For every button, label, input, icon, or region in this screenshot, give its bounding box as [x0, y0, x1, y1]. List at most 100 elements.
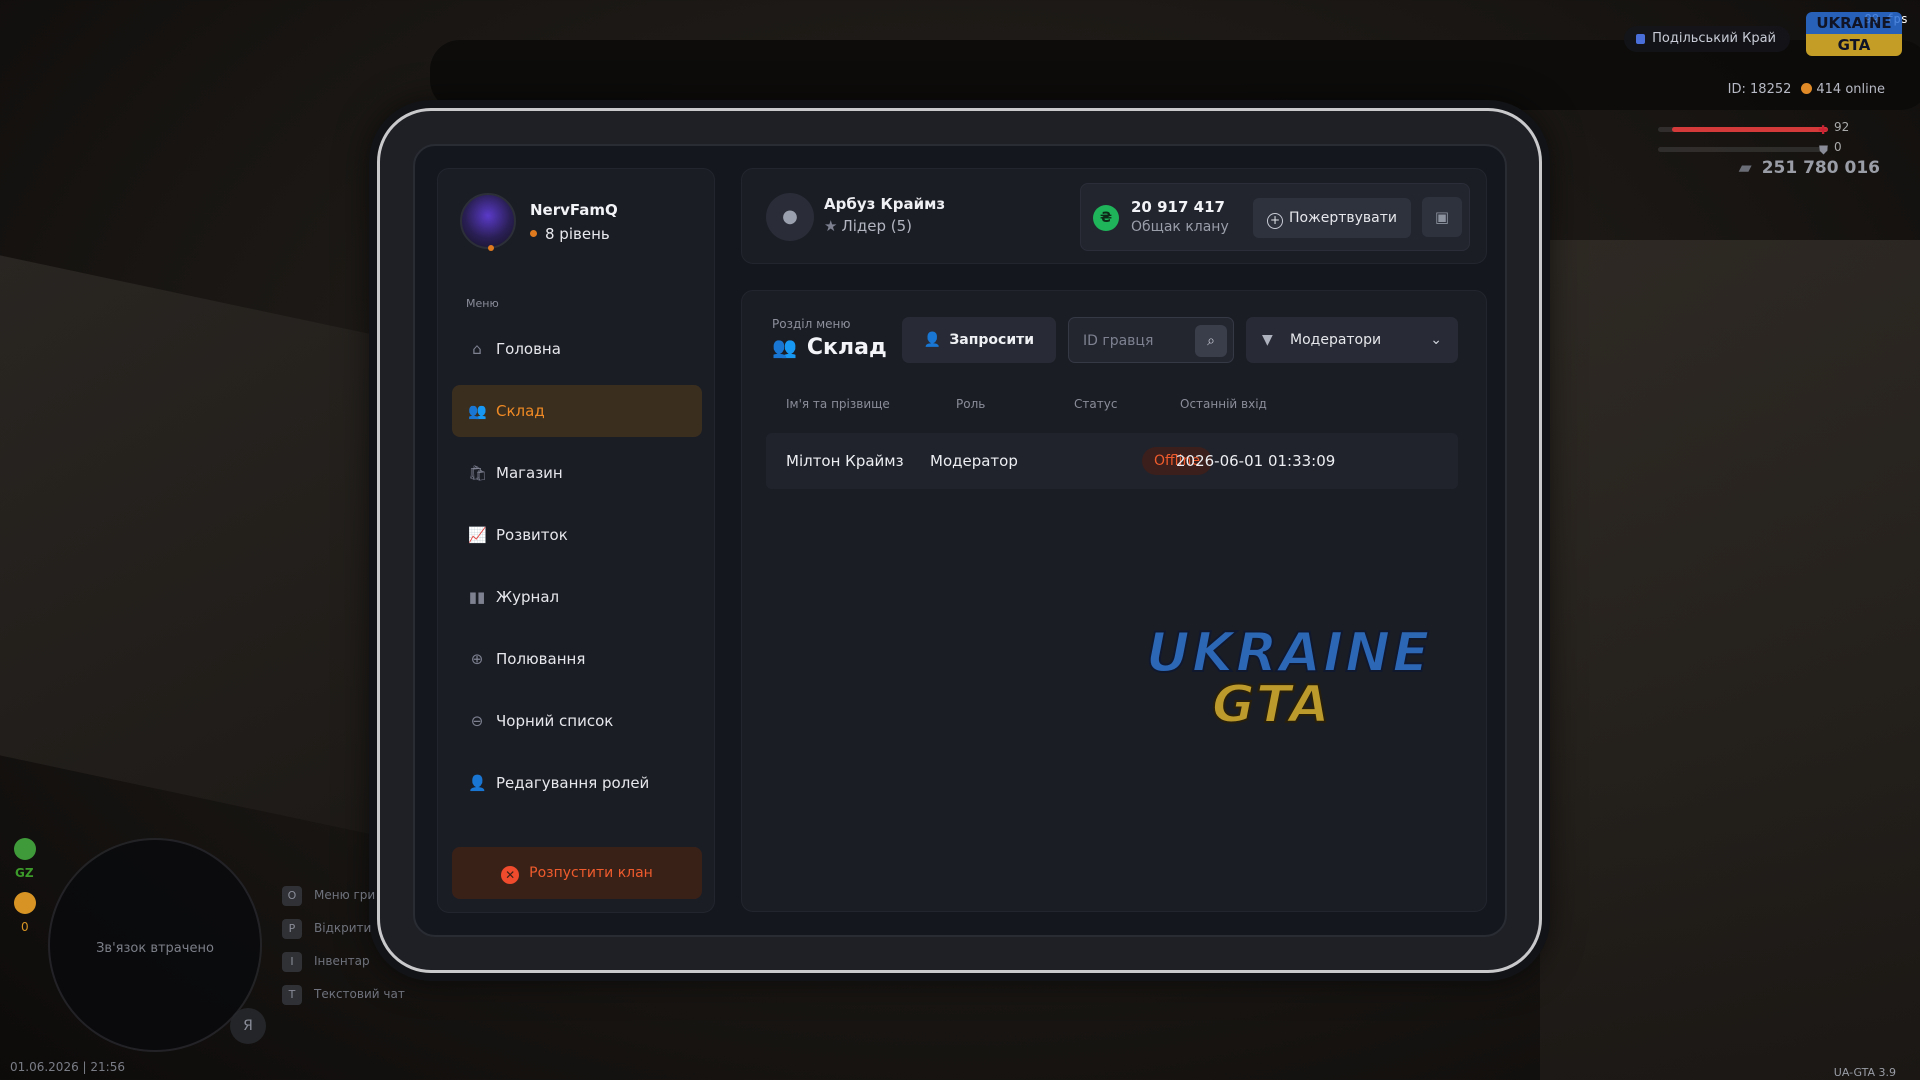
- cash-icon: ▰: [1738, 158, 1752, 178]
- disband-clan-button[interactable]: ✕ Розпустити клан: [452, 847, 702, 899]
- book-icon: ▮▮: [468, 588, 486, 606]
- sidebar-item-label: Склад: [496, 402, 545, 420]
- shield-icon: [1636, 34, 1646, 44]
- leader-role-text: Лідер (5): [841, 217, 913, 235]
- gz-status-icon: [14, 838, 36, 860]
- level-dot-icon: [530, 230, 537, 237]
- background-floor-panel: [0, 255, 420, 845]
- status-bars: ✚ 92 ⛊ 0: [1658, 120, 1862, 160]
- player-id: ID: 18252: [1727, 82, 1792, 97]
- minimap: Зв'язок втрачено Я: [48, 838, 266, 1052]
- profile-name: NervFamQ: [530, 201, 618, 219]
- sidebar-item-label: Головна: [496, 340, 561, 358]
- armor-value: 0: [1834, 140, 1842, 154]
- member-last-login: 2026-06-01 01:33:09: [1176, 452, 1336, 470]
- sidebar-item-development[interactable]: 📈 Розвиток: [452, 509, 702, 561]
- role-filter-dropdown[interactable]: ▼ Модератори ⌄: [1246, 317, 1458, 363]
- star-icon: ★: [824, 217, 838, 235]
- table-header: Ім'я та прізвище Роль Статус Останній вх…: [766, 389, 1458, 423]
- sidebar-item-label: Розвиток: [496, 526, 568, 544]
- people-icon: 👥: [468, 402, 487, 420]
- sidebar-item-blacklist[interactable]: ⊖ Чорний список: [452, 695, 702, 747]
- player-id-line: ID: 18252 414 online: [1728, 82, 1885, 97]
- member-name: Мілтон Краймз: [786, 452, 904, 470]
- sidebar-item-hunting[interactable]: ⊕ Полювання: [452, 633, 702, 685]
- sidebar-item-label: Магазин: [496, 464, 563, 482]
- user-edit-icon: 👤: [468, 774, 487, 792]
- clan-fund-box: ₴ 20 917 417 Общак клану + Пожертвувати: [1080, 183, 1470, 251]
- close-circle-icon: ✕: [501, 866, 520, 884]
- chevron-down-icon: ⌄: [1430, 332, 1442, 348]
- sidebar-item-roles[interactable]: 👤 Редагування ролей: [452, 757, 702, 809]
- gz-count: 0: [21, 920, 29, 934]
- menu-caption: Меню: [466, 297, 499, 310]
- user-icon: ●: [782, 206, 798, 227]
- logo-text-top: UKRAINE: [1816, 14, 1892, 32]
- plus-circle-icon: +: [1267, 213, 1283, 229]
- column-header-role: Роль: [956, 397, 986, 411]
- key-label: Меню гри: [314, 888, 376, 902]
- sidebar-item-label: Редагування ролей: [496, 774, 650, 792]
- search-box: ⌕: [1068, 317, 1234, 363]
- add-user-icon: 👤: [923, 332, 942, 348]
- members-panel: Розділ меню 👥 Склад 👤 Запросити ⌕ ▼ Модера…: [741, 290, 1487, 912]
- chart-icon: 📈: [468, 526, 487, 544]
- sidebar-nav: ⌂ Головна 👥 Склад 🛍 Магазин 📈 Розвиток ▮▮ Жур…: [452, 323, 702, 819]
- key-cap: P: [282, 919, 302, 939]
- server-name: Подільський Край: [1652, 31, 1776, 46]
- hryvnia-coin-icon: ₴: [1093, 205, 1119, 231]
- column-header-name: Ім'я та прізвище: [786, 397, 890, 411]
- game-version: UA-GTA 3.9: [1833, 1066, 1896, 1079]
- sidebar-item-journal[interactable]: ▮▮ Журнал: [452, 571, 702, 623]
- key-cap: I: [282, 952, 302, 972]
- sidebar-item-shop[interactable]: 🛍 Магазин: [452, 447, 702, 499]
- key-cap: O: [282, 886, 302, 906]
- leader-name: Арбуз Краймз: [824, 195, 946, 213]
- search-icon: ⌕: [1207, 333, 1215, 349]
- sidebar-item-label: Журнал: [496, 588, 560, 606]
- people-icon: 👥: [772, 335, 797, 359]
- block-icon: ⊖: [470, 712, 484, 730]
- money-display: ▰ 251 780 016: [1739, 158, 1880, 178]
- donate-button[interactable]: + Пожертвувати: [1253, 198, 1411, 238]
- health-cross-icon: ✚: [1817, 123, 1828, 137]
- gz-label: GZ: [15, 866, 34, 880]
- search-button[interactable]: ⌕: [1195, 325, 1227, 357]
- page-title: 👥 Склад: [772, 335, 887, 360]
- online-icon: [1801, 83, 1813, 94]
- disband-label: Розпустити клан: [529, 865, 653, 881]
- column-header-status: Статус: [1074, 397, 1118, 411]
- sidebar: NervFamQ 8 рівень Меню ⌂ Головна 👥 Склад 🛍…: [437, 168, 715, 913]
- profile-level: 8 рівень: [530, 225, 610, 243]
- coin-status-icon: [14, 892, 36, 914]
- member-role: Модератор: [930, 452, 1018, 470]
- table-row[interactable]: Мілтон Краймз Модератор Offline 2026-06-…: [766, 433, 1458, 489]
- background-wall: [1540, 240, 1920, 1080]
- datetime: 01.06.2026 | 21:56: [10, 1060, 125, 1074]
- key-cap: T: [282, 985, 302, 1005]
- profile-level-text: 8 рівень: [545, 225, 610, 243]
- armor-shield-icon: ⛊: [1818, 143, 1828, 157]
- health-value: 92: [1834, 120, 1850, 134]
- key-label: Текстовий чат: [314, 987, 405, 1001]
- sidebar-item-storage[interactable]: 👥 Склад: [452, 385, 702, 437]
- clan-header: ● Арбуз Краймз ★ Лідер (5) ₴ 20 917 417 О…: [741, 168, 1487, 264]
- ukraine-gta-watermark-logo: UKRAINE GTA: [1145, 620, 1432, 736]
- home-icon: ⌂: [472, 340, 482, 358]
- health-bar: ✚ 92: [1658, 120, 1862, 140]
- server-badge: Подільський Край: [1624, 26, 1790, 52]
- game-logo: UKRAINE GTA: [1806, 12, 1902, 56]
- filter-icon: ▼: [1262, 332, 1273, 348]
- fund-history-button[interactable]: ▣: [1422, 197, 1462, 237]
- key-label: Відкрити: [314, 921, 372, 935]
- invite-button[interactable]: 👤 Запросити: [902, 317, 1056, 363]
- filter-value: Модератори: [1290, 332, 1382, 348]
- section-caption: Розділ меню: [772, 317, 851, 331]
- page-title-text: Склад: [806, 335, 887, 360]
- sidebar-item-home[interactable]: ⌂ Головна: [452, 323, 702, 375]
- leader-avatar: ●: [766, 193, 814, 241]
- sidebar-item-label: Чорний список: [496, 712, 614, 730]
- mic-label: Я: [243, 1018, 253, 1034]
- player-id-search-input[interactable]: [1083, 330, 1193, 352]
- logo-text-bottom: GTA: [1837, 36, 1871, 54]
